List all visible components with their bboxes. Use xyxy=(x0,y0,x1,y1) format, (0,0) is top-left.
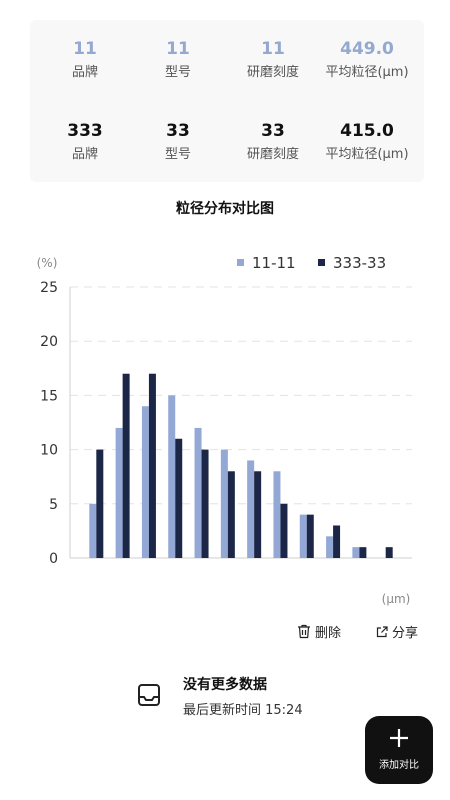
bar-2-3 xyxy=(148,373,156,558)
y-tick-label: 20 xyxy=(40,334,58,350)
share-icon xyxy=(376,625,388,637)
model-label: 型号 xyxy=(164,147,191,162)
model-cell: 33 型号 xyxy=(128,120,228,165)
bar-2-1 xyxy=(96,449,104,558)
grind-label: 研磨刻度 xyxy=(246,65,299,80)
size-value: 415.0 xyxy=(340,121,394,141)
brand-cell: 333 品牌 xyxy=(35,120,135,165)
legend-swatch-2 xyxy=(318,259,325,266)
add-comparison-label: 添加对比 xyxy=(379,760,419,771)
grind-label: 研磨刻度 xyxy=(246,147,299,162)
inbox-icon xyxy=(138,684,160,706)
legend-label-1: 11-11 xyxy=(252,254,296,272)
bar-2-4 xyxy=(175,438,183,558)
bar-1-6 xyxy=(220,449,228,558)
bar-2-7 xyxy=(254,471,262,558)
brand-value: 333 xyxy=(67,121,103,141)
grind-cell: 11 研磨刻度 xyxy=(223,38,323,83)
grind-value: 11 xyxy=(261,39,285,59)
model-value: 11 xyxy=(166,39,190,59)
bar-1-5 xyxy=(194,427,202,558)
bar-1-8 xyxy=(273,471,281,558)
y-tick-label: 10 xyxy=(40,443,58,459)
brand-label: 品牌 xyxy=(71,65,98,80)
legend-swatch-1 xyxy=(237,259,244,266)
delete-label: 删除 xyxy=(315,626,342,641)
trash-icon xyxy=(298,624,310,639)
y-axis-label: (%) xyxy=(37,256,58,270)
share-button[interactable]: 分享 xyxy=(376,622,418,641)
y-tick-label: 15 xyxy=(40,388,58,404)
bar-1-10 xyxy=(326,536,334,558)
empty-state-title: 没有更多数据 xyxy=(183,677,267,693)
bar-1-7 xyxy=(247,460,255,558)
share-label: 分享 xyxy=(392,626,419,641)
comparison-row-2: 333 品牌 33 型号 33 研磨刻度 415.0 平均粒径(μm) xyxy=(30,120,424,180)
bar-1-3 xyxy=(141,406,149,558)
bar-1-2 xyxy=(115,427,123,558)
bar-2-2 xyxy=(122,373,130,558)
model-label: 型号 xyxy=(164,65,191,80)
bar-2-5 xyxy=(201,449,209,558)
size-value: 449.0 xyxy=(340,39,394,59)
brand-value: 11 xyxy=(73,39,97,59)
size-cell: 449.0 平均粒径(μm) xyxy=(317,38,417,83)
grind-cell: 33 研磨刻度 xyxy=(223,120,323,165)
y-tick-label: 5 xyxy=(49,497,58,513)
bar-2-6 xyxy=(227,471,235,558)
size-cell: 415.0 平均粒径(μm) xyxy=(317,120,417,165)
plus-icon xyxy=(390,729,408,747)
bar-1-9 xyxy=(299,514,307,558)
legend-label-2: 333-33 xyxy=(333,254,386,272)
size-label: 平均粒径(μm) xyxy=(325,65,409,80)
x-axis-label: (μm) xyxy=(382,592,411,606)
chart-title: 粒径分布对比图 xyxy=(176,201,274,217)
comparison-summary-card: 11 品牌 11 型号 11 研磨刻度 449.0 平均粒径(μm) 333 品… xyxy=(30,20,424,182)
bar-2-11 xyxy=(359,547,367,558)
bar-1-11 xyxy=(352,547,360,558)
y-tick-label: 25 xyxy=(40,280,58,296)
brand-label: 品牌 xyxy=(71,147,98,162)
model-value: 33 xyxy=(166,121,190,141)
y-tick-label: 0 xyxy=(49,551,58,567)
brand-cell: 11 品牌 xyxy=(35,38,135,83)
bar-2-12 xyxy=(385,547,393,558)
bar-1-1 xyxy=(89,503,97,558)
distribution-bar-chart: 0 5 10 15 20 25 (%) (μm) 11-11 333-33 xyxy=(37,254,412,606)
grind-value: 33 xyxy=(261,121,285,141)
add-comparison-button[interactable]: 添加对比 xyxy=(365,716,433,784)
comparison-row-1: 11 品牌 11 型号 11 研磨刻度 449.0 平均粒径(μm) xyxy=(30,38,424,98)
bar-2-10 xyxy=(333,525,341,558)
last-updated-text: 最后更新时间 15:24 xyxy=(183,703,303,718)
model-cell: 11 型号 xyxy=(128,38,228,83)
bar-2-9 xyxy=(306,514,314,558)
size-label: 平均粒径(μm) xyxy=(325,147,409,162)
delete-button[interactable]: 删除 xyxy=(297,622,341,641)
bar-2-8 xyxy=(280,503,288,558)
bar-1-4 xyxy=(168,395,176,558)
